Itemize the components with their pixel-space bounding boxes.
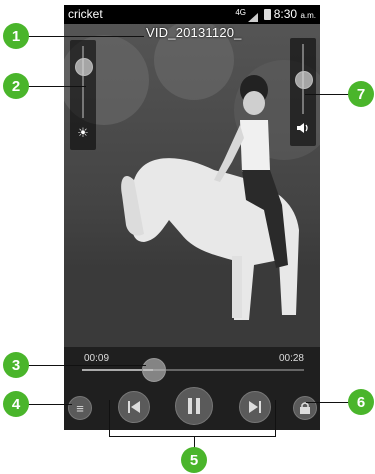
callout-3: 3 (3, 352, 29, 378)
elapsed-time: 00:09 (84, 353, 110, 364)
leader-line-4 (26, 404, 72, 405)
lock-icon (300, 402, 310, 414)
next-icon (249, 401, 261, 413)
pause-button[interactable] (175, 387, 213, 425)
phone-screen: cricket 4G 8:30 a.m. VID_20131120_ ☀ 00:… (64, 5, 320, 430)
leader-line-6 (306, 402, 350, 403)
previous-icon (128, 401, 140, 413)
video-frame[interactable] (64, 20, 320, 350)
video-scene-image (64, 20, 320, 350)
menu-button[interactable]: ≡ (68, 396, 92, 420)
carrier-label: cricket (68, 7, 103, 21)
status-bar: cricket 4G 8:30 a.m. (64, 5, 320, 24)
battery-icon (264, 9, 271, 20)
clock: 8:30 a.m. (273, 7, 316, 21)
leader-line-1 (26, 36, 144, 37)
volume-slider[interactable] (290, 38, 316, 146)
video-title: VID_20131120_ (146, 25, 242, 40)
volume-knob[interactable] (295, 71, 313, 89)
brightness-icon: ☀ (77, 125, 89, 140)
previous-button[interactable] (118, 391, 150, 423)
brightness-slider[interactable]: ☀ (70, 40, 96, 150)
leader-line-2 (26, 86, 86, 87)
callout-6: 6 (348, 389, 374, 415)
seek-bar[interactable] (82, 358, 304, 382)
callout-1: 1 (3, 23, 29, 49)
pause-icon (188, 398, 200, 414)
bracket-bottom (109, 436, 276, 437)
seek-knob[interactable] (142, 358, 167, 382)
callout-4: 4 (3, 391, 29, 417)
leader-line-3 (26, 365, 146, 366)
signal-icon (248, 11, 258, 25)
callout-5: 5 (181, 447, 207, 473)
total-time: 00:28 (278, 353, 304, 364)
next-button[interactable] (239, 391, 271, 423)
bracket-right (275, 400, 276, 436)
network-type: 4G (235, 8, 246, 17)
menu-icon: ≡ (76, 400, 84, 416)
callout-2: 2 (3, 73, 29, 99)
leader-line-7 (305, 94, 351, 95)
brightness-knob[interactable] (75, 58, 93, 77)
bracket-left (109, 400, 110, 436)
volume-icon (290, 122, 316, 137)
callout-7: 7 (348, 81, 374, 107)
lock-button[interactable] (293, 396, 317, 420)
playback-controls: 00:09 00:28 ≡ (64, 347, 320, 430)
